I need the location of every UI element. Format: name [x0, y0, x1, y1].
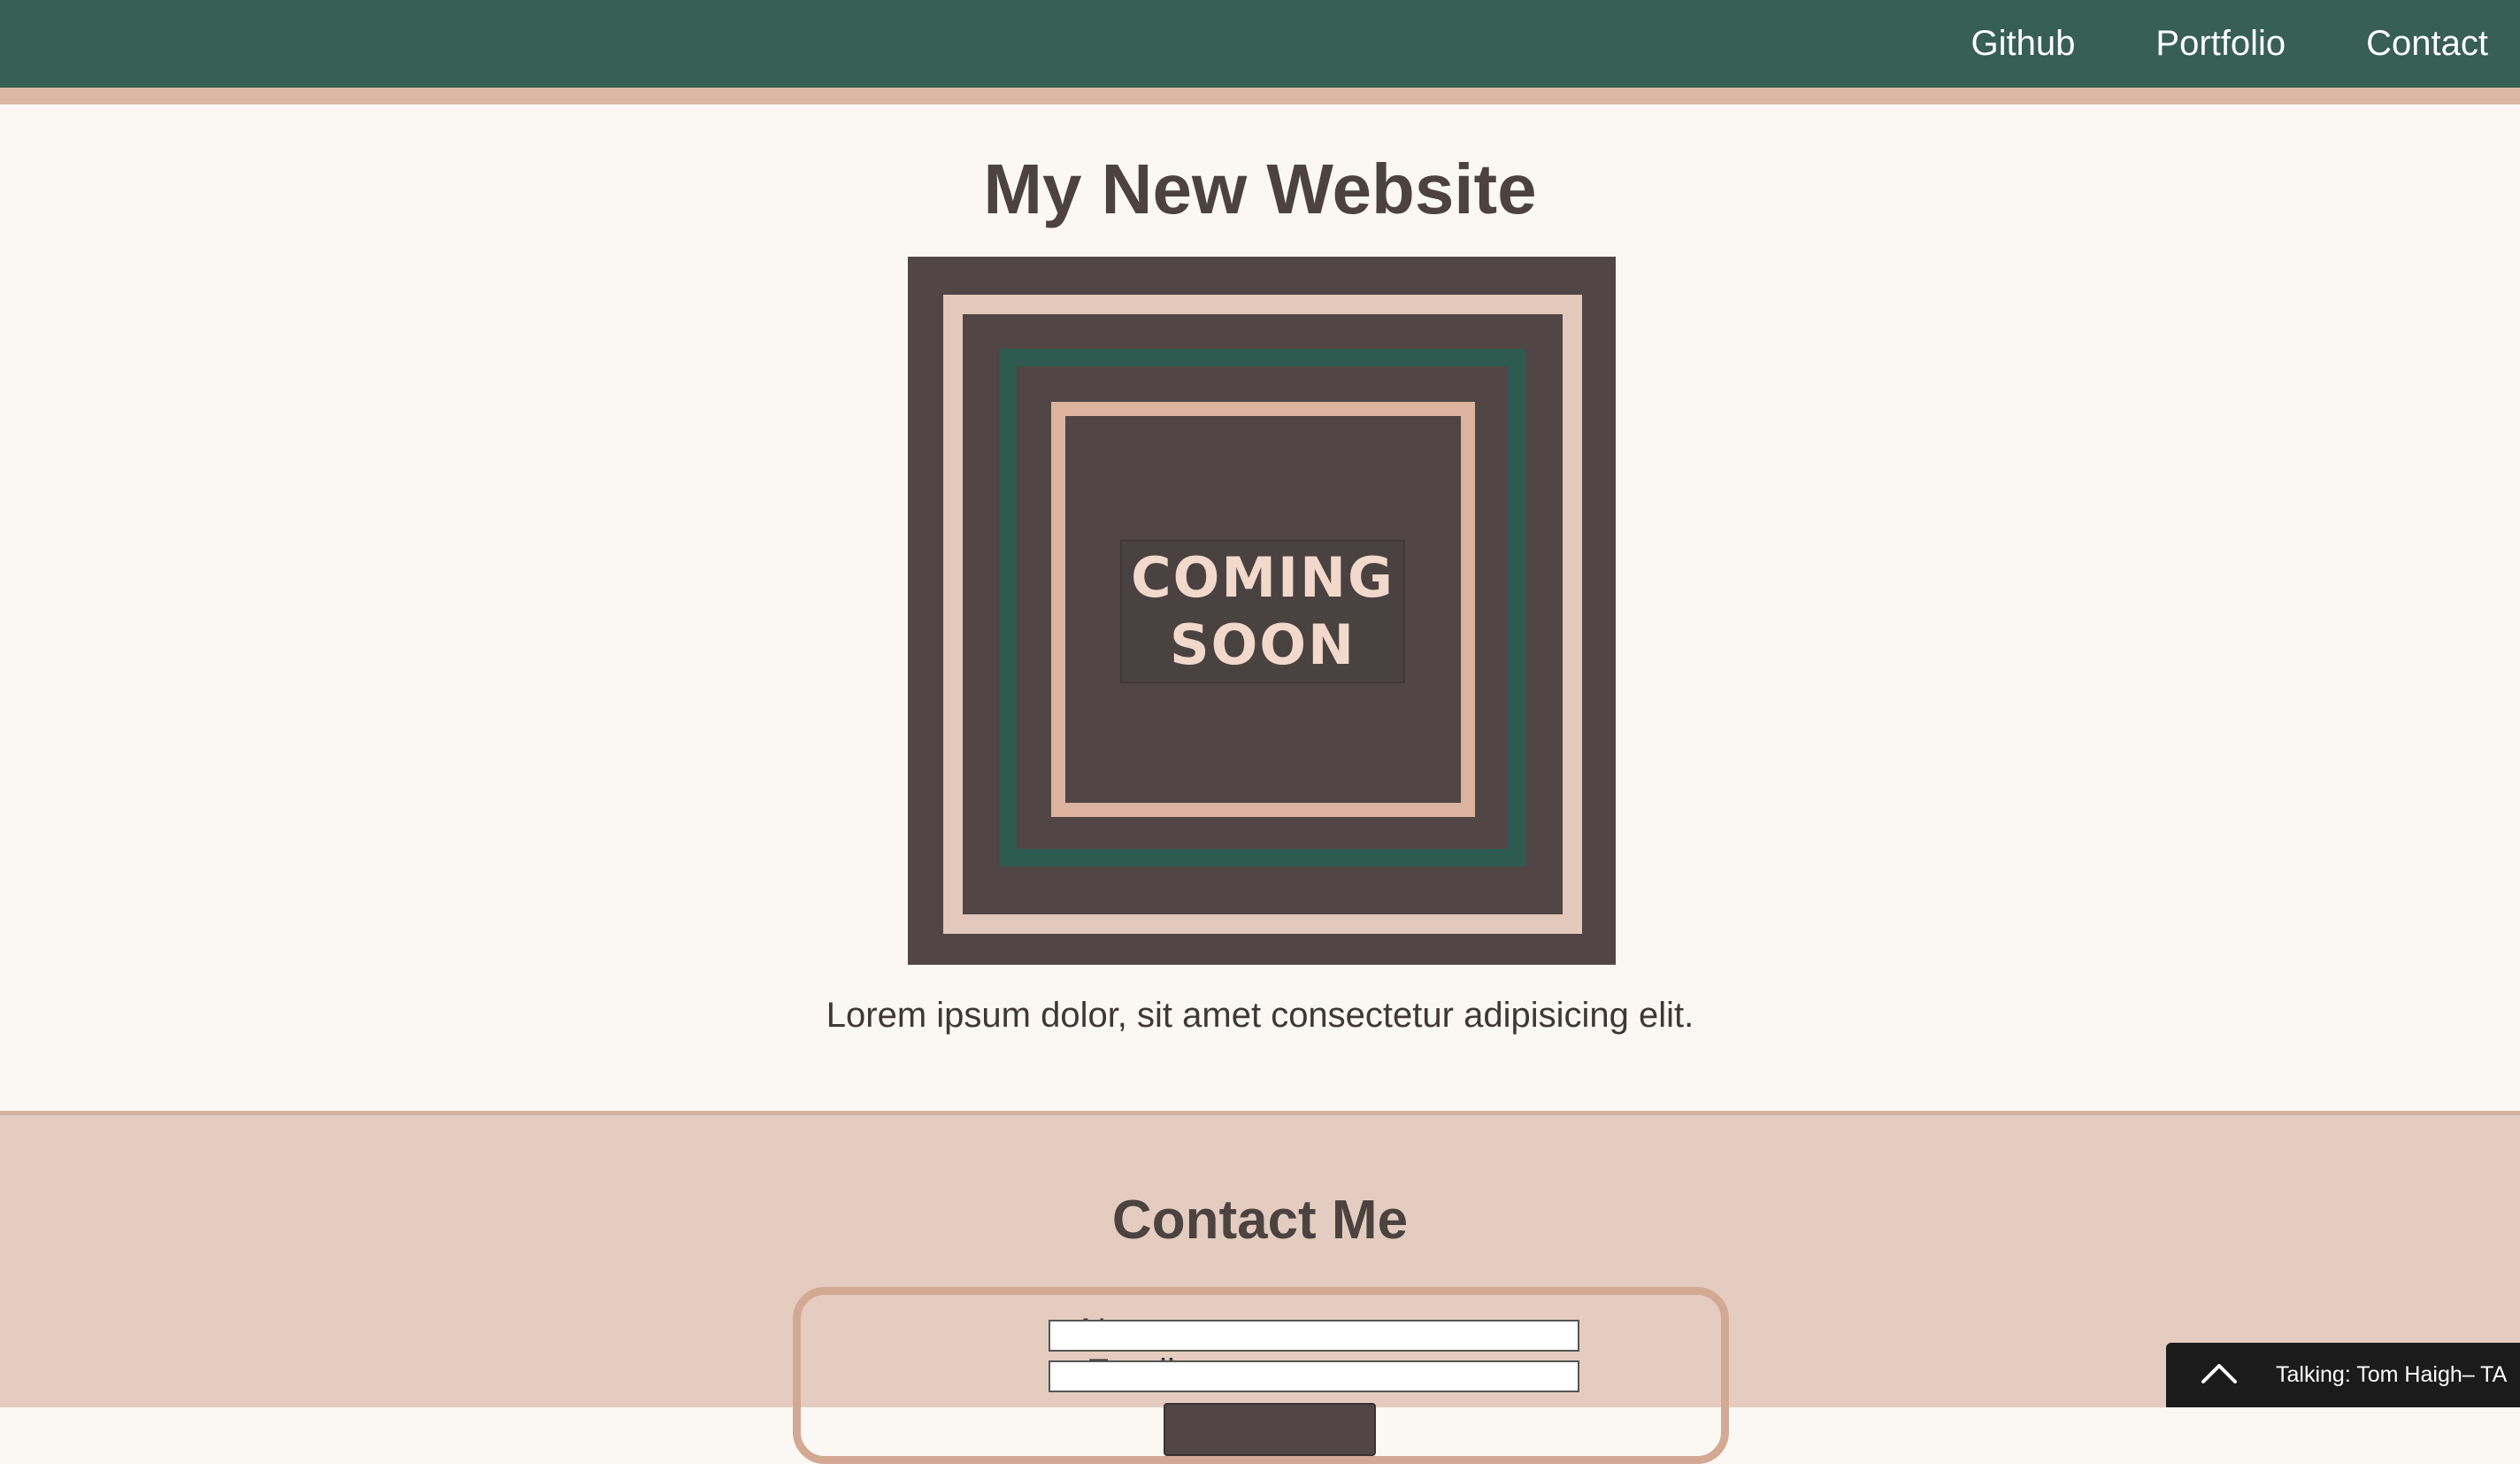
chat-status-text: Talking: Tom Haigh– TA [2276, 1362, 2508, 1387]
email-field[interactable] [1049, 1360, 1579, 1392]
chevron-up-icon[interactable] [2200, 1355, 2239, 1394]
submit-button[interactable] [1164, 1403, 1376, 1456]
page-title: My New Website [983, 150, 1537, 228]
nav-link-contact[interactable]: Contact [2366, 24, 2488, 64]
chat-bar[interactable]: Talking: Tom Haigh– TA [2166, 1343, 2520, 1407]
nav-link-portfolio[interactable]: Portfolio [2155, 24, 2286, 64]
nav-links: Github Portfolio Contact [1971, 0, 2488, 88]
hero-section: My New Website COMING SOON Lorem ipsum d… [0, 121, 2520, 1111]
coming-soon-label: COMING SOON [1120, 540, 1405, 683]
name-field[interactable] [1049, 1320, 1579, 1352]
contact-title: Contact Me [1111, 1190, 1409, 1251]
email-row: Email: [801, 1352, 1721, 1392]
coming-soon-line-2: SOON [1170, 613, 1356, 677]
name-row: Name: [801, 1311, 1721, 1352]
hero-description: Lorem ipsum dolor, sit amet consectetur … [826, 996, 1694, 1035]
coming-soon-image: COMING SOON [908, 257, 1616, 965]
contact-section: Contact Me Name: Email: [0, 1111, 2520, 1464]
top-navbar: Github Portfolio Contact [0, 0, 2520, 104]
contact-form: Name: Email: [793, 1287, 1729, 1464]
nav-link-github[interactable]: Github [1971, 24, 2076, 64]
coming-soon-line-1: COMING [1131, 545, 1394, 610]
